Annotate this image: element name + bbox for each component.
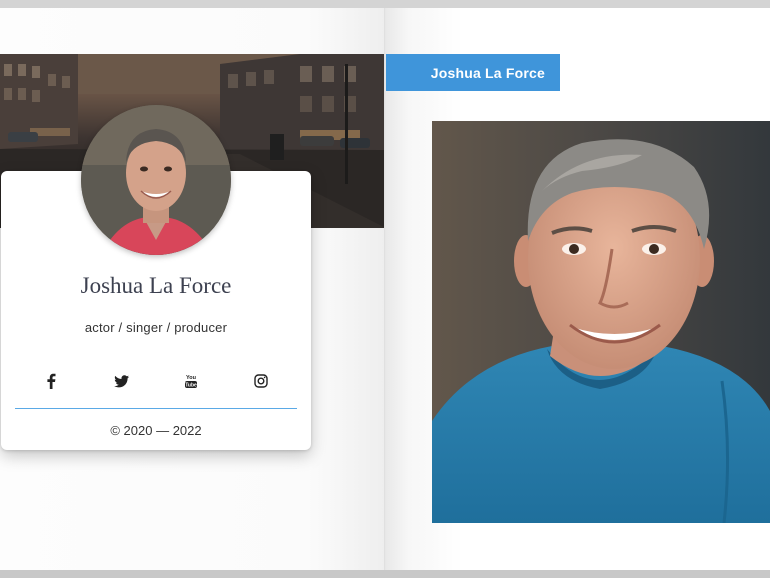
instagram-link[interactable] [251, 371, 271, 391]
right-page: Joshua La Force [386, 8, 770, 570]
youtube-icon: You Tube [185, 375, 197, 389]
avatar [81, 105, 231, 255]
instagram-icon [254, 374, 268, 388]
facebook-icon [47, 373, 56, 389]
profile-role: actor / singer / producer [84, 320, 228, 335]
name-tag: Joshua La Force [386, 54, 560, 91]
card-divider [15, 408, 297, 409]
top-strip [0, 0, 770, 8]
svg-text:You: You [186, 375, 196, 381]
profile-name: Joshua La Force [80, 273, 232, 298]
copyright-text: © 2020 — 2022 [110, 423, 202, 438]
svg-text:Tube: Tube [185, 383, 197, 389]
youtube-link[interactable]: You Tube [181, 371, 201, 391]
bottom-strip [0, 570, 770, 578]
twitter-link[interactable] [111, 371, 131, 391]
facebook-link[interactable] [41, 371, 61, 391]
twitter-icon [113, 374, 129, 387]
portrait-photo [432, 121, 770, 523]
left-page: Joshua La Force actor / singer / produce… [0, 8, 386, 570]
